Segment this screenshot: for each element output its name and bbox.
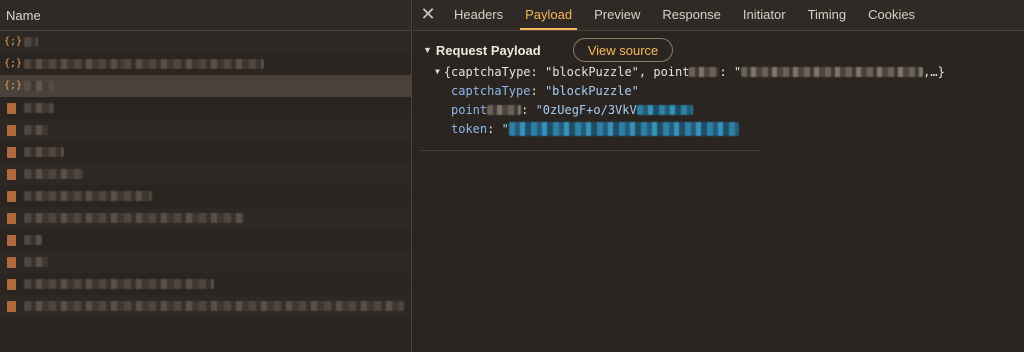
request-payload-section: ▼ Request Payload View source ▼ {captchaT… xyxy=(423,38,1024,138)
redacted-request-name xyxy=(24,213,244,223)
prop-value: "0zUegF+o/3VkV xyxy=(535,102,637,117)
document-icon xyxy=(7,146,16,158)
document-icon xyxy=(7,190,16,202)
json-icon: {;} xyxy=(4,80,23,91)
collapse-triangle-icon[interactable]: ▼ xyxy=(423,45,432,55)
prop-separator: : xyxy=(521,102,536,117)
request-payload-title: Request Payload xyxy=(435,42,541,58)
tab-payload[interactable]: Payload xyxy=(514,0,583,30)
prop-key: point xyxy=(451,102,488,117)
redacted-text xyxy=(741,66,924,77)
redacted-text xyxy=(487,104,522,115)
redacted-text xyxy=(508,121,739,136)
request-row[interactable] xyxy=(0,141,411,163)
json-icon: {;} xyxy=(4,36,23,47)
payload-prop-captchatype: captchaType: "blockPuzzle" xyxy=(451,81,1024,100)
prop-value: " xyxy=(501,121,509,136)
request-payload-header[interactable]: ▼ Request Payload View source xyxy=(423,38,1024,62)
request-list: {;} {;} {;} xyxy=(0,31,411,352)
tab-headers[interactable]: Headers xyxy=(443,0,514,30)
redacted-request-name xyxy=(24,301,404,311)
tab-initiator[interactable]: Initiator xyxy=(732,0,797,30)
request-row[interactable] xyxy=(0,207,411,229)
document-icon xyxy=(7,256,16,268)
redacted-request-name xyxy=(24,257,48,267)
json-icon: {;} xyxy=(4,58,23,69)
request-row[interactable]: {;} xyxy=(0,53,411,75)
redacted-request-name xyxy=(24,279,214,289)
redacted-request-name xyxy=(24,235,42,245)
tab-list: Headers Payload Preview Response Initiator Ti… xyxy=(443,0,926,30)
redacted-request-name xyxy=(24,191,152,201)
view-source-button[interactable]: View source xyxy=(572,38,674,62)
prop-key: captchaType xyxy=(451,83,531,98)
redacted-request-name xyxy=(24,59,264,69)
document-icon xyxy=(7,300,16,312)
prop-separator: : xyxy=(487,121,502,136)
request-row[interactable]: {;} xyxy=(0,75,411,97)
document-icon xyxy=(7,212,16,224)
prop-value: "blockPuzzle" xyxy=(544,83,639,98)
redacted-text xyxy=(689,66,720,77)
payload-summary[interactable]: ▼ {captchaType: "blockPuzzle", point : " ,…… xyxy=(435,62,1024,81)
close-icon[interactable]: ✕ xyxy=(413,0,443,30)
detail-tabs: ✕ Headers Payload Preview Response Initiator… xyxy=(413,0,1024,31)
request-row[interactable]: {;} xyxy=(0,31,411,53)
divider xyxy=(421,150,761,151)
expand-triangle-icon[interactable]: ▼ xyxy=(435,67,440,76)
redacted-request-name xyxy=(24,147,64,157)
tab-timing[interactable]: Timing xyxy=(797,0,858,30)
redacted-request-name xyxy=(24,81,54,91)
summary-mid: : " xyxy=(719,64,742,79)
payload-prop-point: point: "0zUegF+o/3VkV xyxy=(451,100,1024,119)
tab-cookies[interactable]: Cookies xyxy=(857,0,926,30)
request-row[interactable] xyxy=(0,185,411,207)
document-icon xyxy=(7,168,16,180)
document-icon xyxy=(7,102,16,114)
tab-preview[interactable]: Preview xyxy=(583,0,651,30)
request-row[interactable] xyxy=(0,295,411,317)
request-detail-panel: ✕ Headers Payload Preview Response Initiator… xyxy=(413,0,1024,352)
redacted-request-name xyxy=(24,37,38,47)
redacted-text xyxy=(636,104,693,115)
request-row[interactable] xyxy=(0,229,411,251)
request-row[interactable] xyxy=(0,163,411,185)
payload-prop-token: token: " xyxy=(451,119,1024,138)
prop-key: token xyxy=(451,121,488,136)
name-column-label: Name xyxy=(6,7,41,23)
request-row[interactable] xyxy=(0,119,411,141)
request-row[interactable] xyxy=(0,251,411,273)
summary-suffix: ,…} xyxy=(923,64,945,79)
request-row[interactable] xyxy=(0,273,411,295)
document-icon xyxy=(7,234,16,246)
redacted-request-name xyxy=(24,169,84,179)
prop-separator: : xyxy=(530,83,545,98)
request-list-panel: Name {;} {;} {;} xyxy=(0,0,412,352)
payload-tree: ▼ {captchaType: "blockPuzzle", point: ",…… xyxy=(423,62,1024,138)
name-column-header[interactable]: Name xyxy=(0,0,411,31)
redacted-request-name xyxy=(24,125,48,135)
document-icon xyxy=(7,278,16,290)
redacted-request-name xyxy=(24,103,54,113)
document-icon xyxy=(7,124,16,136)
tab-response[interactable]: Response xyxy=(651,0,732,30)
summary-prefix: {captchaType: "blockPuzzle", point xyxy=(443,64,690,79)
request-row[interactable] xyxy=(0,97,411,119)
